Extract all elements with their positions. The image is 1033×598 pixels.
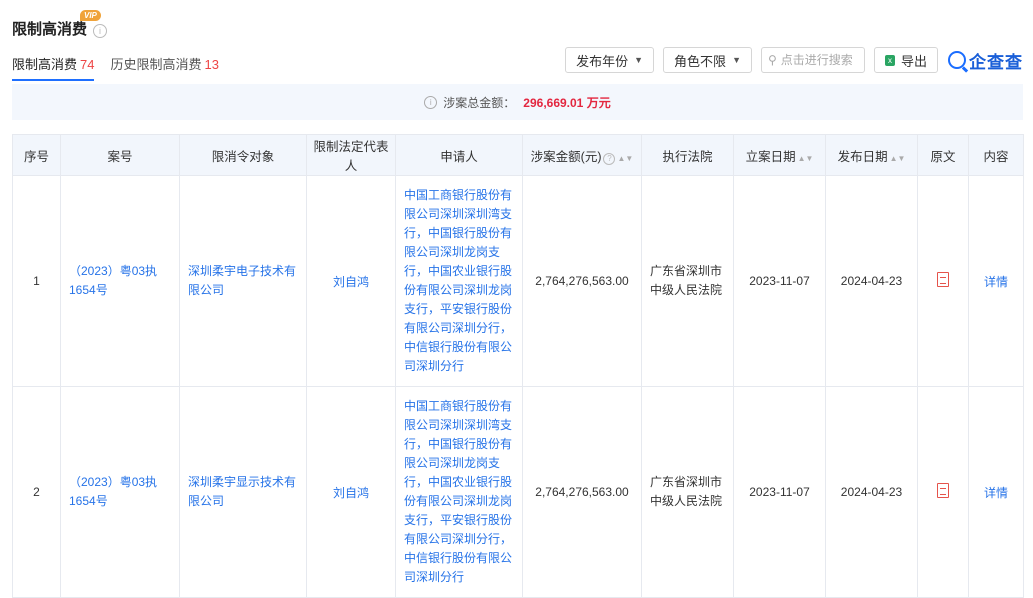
applicant-links[interactable]: 中国工商银行股份有限公司深圳深圳湾支行，中国银行股份有限公司深圳龙岗支行，中国农…	[395, 175, 523, 387]
cell-content: 详情	[968, 175, 1024, 387]
cell-index: 1	[12, 175, 61, 387]
summary-bar: i 涉案总金额： 296,669.01 万元	[12, 84, 1023, 120]
role-filter-label: 角色不限	[674, 53, 727, 69]
col-case-no: 案号	[60, 134, 180, 176]
cell-filing-date: 2023-11-07	[733, 175, 826, 387]
legal-rep-link[interactable]: 刘自鸿	[306, 175, 396, 387]
col-original: 原文	[917, 134, 969, 176]
caret-down-icon: ▼	[634, 55, 644, 65]
export-label: 导出	[900, 53, 927, 69]
brand-logo: 企查查	[948, 48, 1023, 73]
year-filter-label: 发布年份	[576, 53, 629, 69]
summary-amount: 296,669.01 万元	[523, 95, 611, 110]
case-no-link[interactable]: （2023）粤03执1654号	[60, 175, 180, 387]
col-filing-date[interactable]: 立案日期 ▲▼	[733, 134, 826, 176]
col-legal-rep: 限制法定代表人	[306, 134, 396, 176]
cell-publish-date: 2024-04-23	[825, 175, 918, 387]
col-amount[interactable]: 涉案金额(元)? ▲▼	[522, 134, 642, 176]
tab-bar: 限制高消费 74 历史限制高消费 13	[12, 54, 235, 81]
sort-icon[interactable]: ▲▼	[798, 154, 814, 163]
toolbar: 发布年份 ▼ 角色不限 ▼ ⚲ x 导出 企查查	[556, 47, 1023, 73]
col-content: 内容	[968, 134, 1024, 176]
year-filter-dropdown[interactable]: 发布年份 ▼	[565, 47, 655, 73]
caret-down-icon: ▼	[732, 55, 741, 65]
tab-history-restriction[interactable]: 历史限制高消费 13	[110, 54, 218, 81]
tab-restriction[interactable]: 限制高消费 74	[12, 54, 95, 81]
target-company-link[interactable]: 深圳柔宇电子技术有限公司	[179, 175, 307, 387]
detail-link[interactable]: 详情	[984, 275, 1008, 289]
cell-index: 2	[12, 386, 61, 598]
tab-label: 限制高消费	[12, 57, 78, 72]
table-header-row: 序号 案号 限消令对象 限制法定代表人 申请人 涉案金额(元)? ▲▼ 执行法院 …	[12, 134, 1024, 176]
search-icon: ⚲	[767, 53, 777, 67]
magnifier-logo-icon	[948, 51, 966, 69]
col-target: 限消令对象	[179, 134, 307, 176]
cell-content: 详情	[968, 386, 1024, 598]
table-row: 1 （2023）粤03执1654号 深圳柔宇电子技术有限公司 刘自鸿 中国工商银…	[12, 175, 1024, 387]
detail-link[interactable]: 详情	[984, 486, 1008, 500]
col-index: 序号	[12, 134, 61, 176]
target-company-link[interactable]: 深圳柔宇显示技术有限公司	[179, 386, 307, 598]
search-box[interactable]: ⚲	[760, 47, 865, 73]
info-icon[interactable]: i	[93, 24, 108, 38]
case-no-link[interactable]: （2023）粤03执1654号	[60, 386, 180, 598]
cell-publish-date: 2024-04-23	[825, 386, 918, 598]
tab-label: 历史限制高消费	[110, 57, 202, 72]
tab-count: 13	[204, 57, 219, 72]
brand-name: 企查查	[969, 52, 1023, 72]
applicant-links[interactable]: 中国工商银行股份有限公司深圳深圳湾支行，中国银行股份有限公司深圳龙岗支行，中国农…	[395, 386, 523, 598]
tab-count: 74	[80, 57, 95, 72]
cell-original	[917, 175, 969, 387]
excel-icon: x	[884, 54, 895, 66]
export-button[interactable]: x 导出	[873, 47, 938, 73]
cell-amount: 2,764,276,563.00	[522, 175, 642, 387]
legal-rep-link[interactable]: 刘自鸿	[306, 386, 396, 598]
col-publish-date-label: 发布日期	[837, 149, 888, 164]
vip-badge: VIP	[80, 10, 101, 21]
restriction-table: 序号 案号 限消令对象 限制法定代表人 申请人 涉案金额(元)? ▲▼ 执行法院 …	[12, 134, 1024, 598]
col-filing-date-label: 立案日期	[745, 149, 796, 164]
cell-amount: 2,764,276,563.00	[522, 386, 642, 598]
table-row: 2 （2023）粤03执1654号 深圳柔宇显示技术有限公司 刘自鸿 中国工商银…	[12, 386, 1024, 598]
summary-label: 涉案总金额：	[443, 95, 516, 110]
search-input[interactable]	[780, 53, 857, 67]
col-publish-date[interactable]: 发布日期 ▲▼	[825, 134, 918, 176]
col-court: 执行法院	[641, 134, 734, 176]
cell-court: 广东省深圳市中级人民法院	[641, 386, 734, 598]
page-header: 限制高消费 VIP i	[12, 10, 108, 39]
pdf-icon[interactable]	[937, 272, 949, 287]
page-title: 限制高消费	[12, 21, 88, 38]
question-icon[interactable]: ?	[603, 152, 616, 165]
cell-court: 广东省深圳市中级人民法院	[641, 175, 734, 387]
role-filter-dropdown[interactable]: 角色不限 ▼	[663, 47, 752, 73]
sort-icon[interactable]: ▲▼	[617, 154, 633, 163]
cell-original	[917, 386, 969, 598]
info-icon[interactable]: i	[424, 95, 438, 109]
col-applicant: 申请人	[395, 134, 523, 176]
col-amount-label: 涉案金额(元)	[530, 149, 602, 164]
cell-filing-date: 2023-11-07	[733, 386, 826, 598]
pdf-icon[interactable]	[937, 483, 949, 498]
sort-icon[interactable]: ▲▼	[890, 154, 906, 163]
